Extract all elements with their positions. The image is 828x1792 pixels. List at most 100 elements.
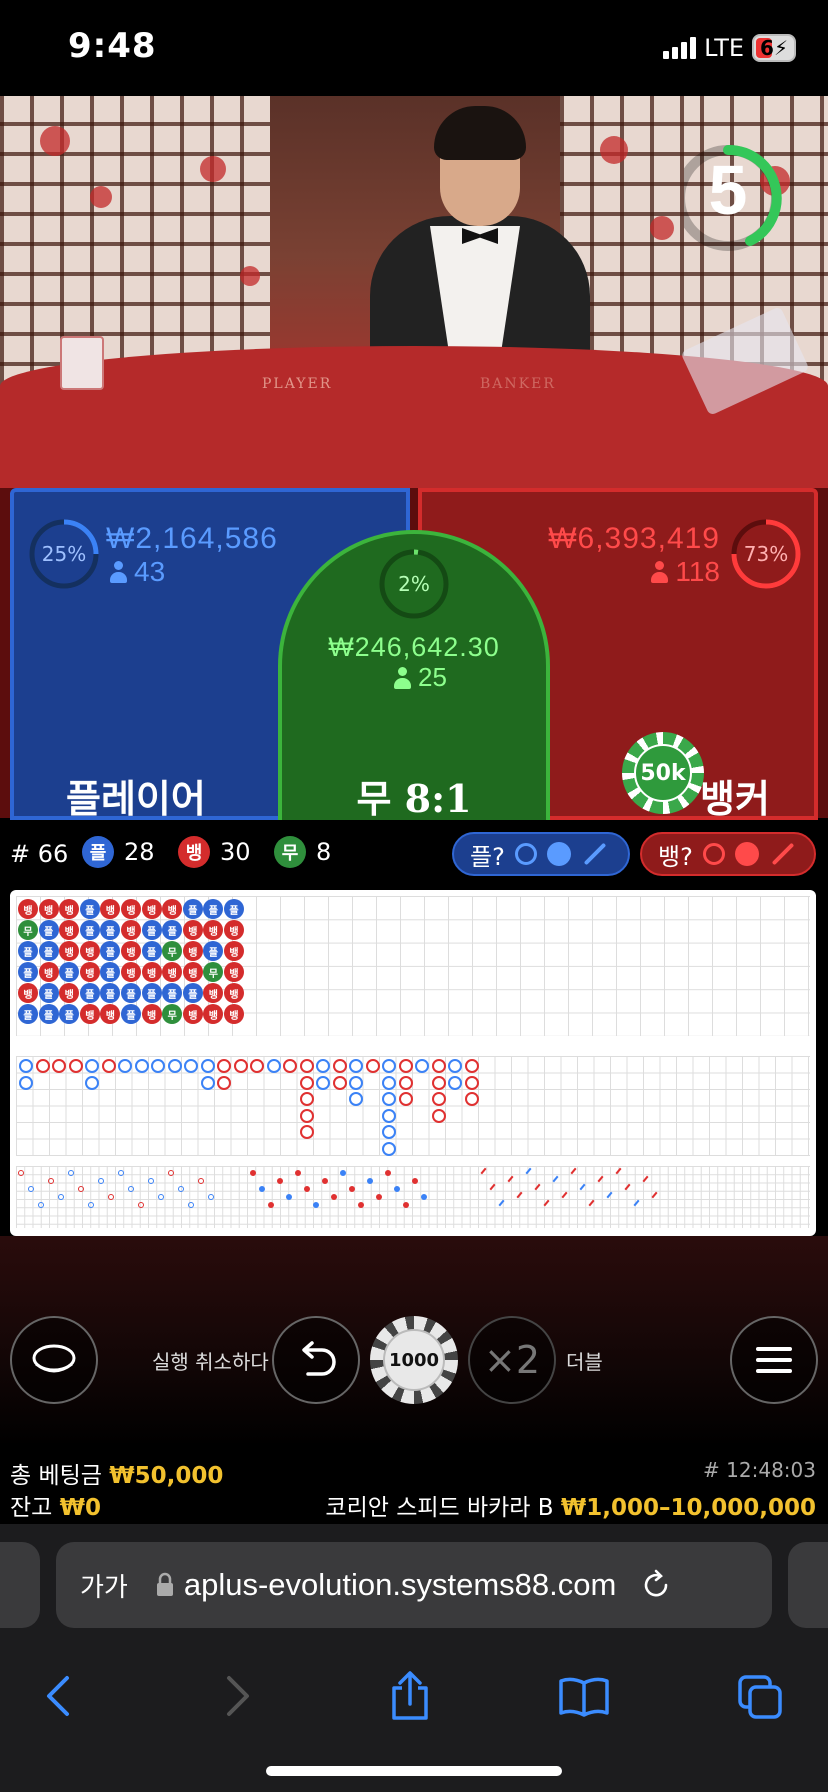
prev-tab-preview[interactable] <box>0 1542 40 1628</box>
bead-mark: 플 <box>18 1004 38 1024</box>
reload-icon[interactable] <box>640 1569 672 1601</box>
network-label: LTE <box>704 34 745 62</box>
big-road-mark <box>382 1075 396 1090</box>
bead-mark: 뱅 <box>224 1004 244 1024</box>
next-tab-preview[interactable] <box>788 1542 828 1628</box>
derived-road-mark <box>28 1186 34 1192</box>
table-label-player: PLAYER <box>262 376 333 392</box>
chip-selector[interactable]: 1000 <box>370 1316 458 1404</box>
tabs-button[interactable] <box>728 1664 792 1728</box>
big-road-mark <box>398 1075 413 1090</box>
back-button[interactable] <box>26 1664 90 1728</box>
bead-mark: 플 <box>38 983 59 1003</box>
table-info: 코리안 스피드 바카라 B ₩1,000–10,000,000 <box>325 1495 816 1521</box>
player-percent-ring: 25% <box>28 518 100 590</box>
big-road-mark <box>464 1075 479 1090</box>
url-text: aplus-evolution.systems88.com <box>183 1567 617 1602</box>
text-size-button[interactable]: 가가 <box>80 1567 128 1604</box>
slash-icon <box>771 842 795 866</box>
balance: 잔고 ₩0 <box>10 1495 102 1521</box>
bookmarks-button[interactable] <box>552 1664 616 1728</box>
big-road-mark <box>35 1059 50 1073</box>
derived-road-mark <box>158 1194 164 1200</box>
big-road-mark <box>299 1092 314 1106</box>
bead-mark: 뱅 <box>141 899 162 919</box>
derived-roads <box>16 1166 810 1228</box>
double-button[interactable]: ×2 <box>468 1316 556 1404</box>
total-bet-value: ₩50,000 <box>109 1463 224 1489</box>
player-predict-button[interactable]: 플? <box>452 832 630 876</box>
bead-mark: 뱅 <box>224 920 244 940</box>
home-indicator[interactable] <box>266 1766 562 1776</box>
player-count: 43 <box>110 556 165 588</box>
banker-wins: 뱅 30 <box>178 836 251 868</box>
big-road-mark <box>382 1059 396 1073</box>
address-bar[interactable]: 가가 aplus-evolution.systems88.com <box>56 1542 772 1628</box>
bead-mark: 뱅 <box>38 962 59 982</box>
bead-mark: 플 <box>18 962 38 982</box>
bead-mark: 뱅 <box>224 983 244 1003</box>
player-label: 플레이어 <box>66 777 206 821</box>
derived-road-mark <box>403 1202 409 1208</box>
bead-mark: 플 <box>121 1004 141 1024</box>
bead-mark: 플 <box>141 983 162 1003</box>
bead-mark: 뱅 <box>79 1004 100 1024</box>
bead-mark: 플 <box>38 920 59 940</box>
big-road-mark <box>332 1059 347 1073</box>
derived-road-mark <box>385 1170 391 1176</box>
derived-road-mark <box>128 1186 134 1192</box>
derived-road-mark <box>313 1202 319 1208</box>
big-road-mark <box>332 1075 347 1090</box>
banker-badge: 뱅 <box>178 836 210 868</box>
big-road-mark <box>431 1059 446 1073</box>
derived-road-mark <box>78 1186 84 1192</box>
bead-mark: 플 <box>38 941 59 961</box>
derived-road-mark <box>48 1178 54 1184</box>
countdown-timer: 5 <box>684 128 796 268</box>
tie-percent: 2% <box>398 572 430 596</box>
tie-label: 무 8:1 <box>356 776 472 821</box>
big-road-mark <box>200 1059 215 1073</box>
banker-predict-button[interactable]: 뱅? <box>640 832 816 876</box>
big-road-mark <box>68 1059 83 1073</box>
tie-percent-ring: 2% <box>378 548 450 620</box>
tie-wins: 무8 <box>274 836 331 868</box>
derived-road-mark <box>295 1170 301 1176</box>
derived-road-mark <box>58 1194 64 1200</box>
big-road-mark <box>200 1075 215 1090</box>
menu-button[interactable] <box>730 1316 818 1404</box>
big-road-mark <box>299 1059 314 1073</box>
bead-mark: 뱅 <box>182 962 203 982</box>
person-icon <box>110 561 127 583</box>
forward-button[interactable] <box>206 1664 270 1728</box>
signal-icon <box>663 37 697 59</box>
chat-button[interactable] <box>10 1316 98 1404</box>
derived-road-mark <box>349 1186 355 1192</box>
big-road-mark <box>382 1125 396 1139</box>
forward-chevron-icon <box>227 1676 249 1716</box>
status-bar: 9:48 LTE 6⚡ <box>0 0 828 96</box>
bead-mark: 플 <box>182 899 203 919</box>
big-road-mark <box>398 1092 413 1106</box>
derived-road-mark <box>168 1170 174 1176</box>
derived-road-mark <box>68 1170 74 1176</box>
person-icon <box>394 666 411 689</box>
placed-chip[interactable]: 50k <box>622 732 704 814</box>
big-road-mark <box>151 1059 165 1073</box>
bead-mark: 무 <box>18 920 38 940</box>
roadmap-panel[interactable]: 뱅무플플뱅플뱅플플뱅플플뱅뱅뱅플뱅플플플뱅뱅플뱅뱅플플플플뱅뱅뱅뱅뱅플플뱅플플뱅… <box>10 890 816 1236</box>
tie-bet-spot[interactable]: 2% ₩246,642.30 25 무 8:1 <box>278 530 550 821</box>
derived-road-mark <box>108 1194 114 1200</box>
big-road <box>16 1056 810 1156</box>
big-road-mark <box>19 1059 33 1073</box>
bead-mark: 플 <box>182 983 203 1003</box>
share-button[interactable] <box>378 1664 442 1728</box>
undo-button[interactable] <box>272 1316 360 1404</box>
big-road-mark <box>85 1059 99 1073</box>
bead-mark: 플 <box>121 983 141 1003</box>
double-symbol: ×2 <box>483 1338 541 1382</box>
derived-road-mark <box>367 1178 373 1184</box>
big-road-mark <box>184 1059 198 1073</box>
filled-circle-icon <box>734 842 759 866</box>
big-road-mark <box>448 1075 462 1090</box>
